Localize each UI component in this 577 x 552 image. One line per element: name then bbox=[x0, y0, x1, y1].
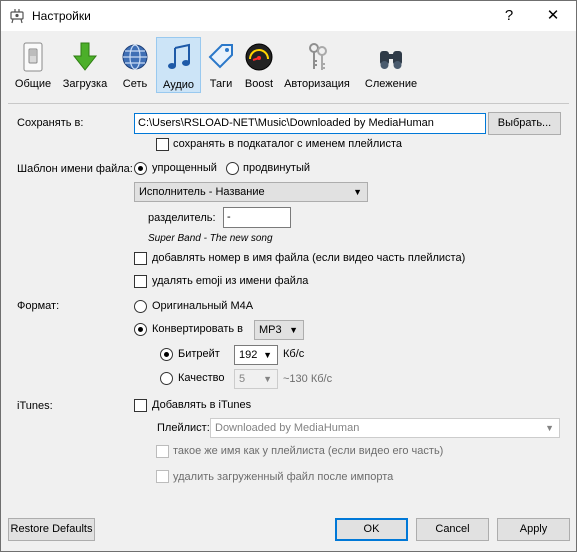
tab-label: Аудио bbox=[162, 79, 195, 91]
advanced-template-radio[interactable] bbox=[226, 162, 239, 175]
remove-emoji-checkbox[interactable] bbox=[134, 275, 147, 288]
bitrate-select[interactable]: 192 ▼ bbox=[234, 345, 278, 365]
delete-after-import-label: удалить загруженный файл после импорта bbox=[173, 471, 394, 483]
quality-select[interactable]: 5 ▼ bbox=[234, 369, 278, 389]
chevron-down-icon: ▼ bbox=[289, 325, 298, 335]
tab-label: Общие bbox=[14, 78, 52, 90]
tab-label: Загрузка bbox=[62, 78, 108, 90]
tab-label: Сеть bbox=[122, 78, 148, 90]
settings-app-icon bbox=[9, 8, 25, 27]
quality-label: Качество bbox=[178, 372, 225, 384]
bitrate-unit: Кб/с bbox=[283, 348, 305, 360]
settings-toolbar: Общие Загрузка Сеть Аудио Таги Boost Авт… bbox=[1, 31, 576, 95]
advanced-template-label: продвинутый bbox=[243, 162, 311, 174]
simple-template-radio[interactable] bbox=[134, 162, 147, 175]
chevron-down-icon: ▼ bbox=[263, 374, 272, 384]
ok-button[interactable]: OK bbox=[335, 518, 408, 541]
template-pattern-select[interactable]: Исполнитель - Название ▼ bbox=[134, 182, 368, 202]
convert-format-select[interactable]: MP3 ▼ bbox=[254, 320, 304, 340]
globe-icon bbox=[122, 44, 148, 70]
tab-network[interactable]: Сеть bbox=[115, 37, 155, 93]
tab-tags[interactable]: Таги bbox=[204, 37, 238, 93]
restore-defaults-button[interactable]: Restore Defaults bbox=[8, 518, 95, 541]
tab-general[interactable]: Общие bbox=[10, 37, 56, 93]
convert-format-label: Конвертировать в bbox=[152, 323, 243, 335]
add-to-itunes-checkbox[interactable] bbox=[134, 399, 147, 412]
template-pattern-value: Исполнитель - Название bbox=[139, 186, 265, 198]
tab-label: Слежение bbox=[364, 78, 418, 90]
help-button[interactable]: ? bbox=[499, 6, 519, 26]
separator-label: разделитель: bbox=[148, 212, 216, 224]
tag-icon bbox=[208, 44, 233, 69]
cancel-button[interactable]: Cancel bbox=[416, 518, 489, 541]
same-name-label: такое же имя как у плейлиста (если видео… bbox=[173, 445, 444, 457]
same-name-checkbox[interactable] bbox=[156, 445, 169, 458]
binoculars-icon bbox=[380, 51, 402, 69]
browse-button[interactable]: Выбрать... bbox=[488, 112, 561, 135]
save-to-label: Сохранять в: bbox=[17, 117, 84, 129]
save-path-input[interactable]: C:\Users\RSLOAD-NET\Music\Downloaded by … bbox=[134, 113, 486, 134]
remove-emoji-label: удалять emoji из имени файла bbox=[152, 275, 309, 287]
playlist-value: Downloaded by MediaHuman bbox=[215, 422, 360, 434]
music-note-icon bbox=[167, 43, 190, 69]
window-title: Настройки bbox=[32, 9, 91, 23]
add-to-itunes-label: Добавлять в iTunes bbox=[152, 399, 252, 411]
chevron-down-icon: ▼ bbox=[263, 350, 272, 360]
close-button[interactable]: ✕ bbox=[543, 6, 563, 26]
tab-label: Boost bbox=[244, 78, 274, 90]
subfolder-label: сохранять в подкаталог с именем плейлист… bbox=[173, 138, 402, 150]
settings-window: Настройки ? ✕ Общие Загрузка Сеть Аудио … bbox=[0, 0, 577, 552]
title-bar: Настройки ? ✕ bbox=[1, 1, 576, 31]
apply-button[interactable]: Apply bbox=[497, 518, 570, 541]
add-number-label: добавлять номер в имя файла (если видео … bbox=[152, 252, 466, 264]
template-example: Super Band - The new song bbox=[148, 233, 273, 244]
convert-format-radio[interactable] bbox=[134, 323, 147, 336]
convert-format-value: MP3 bbox=[259, 324, 282, 336]
quality-value: 5 bbox=[239, 373, 246, 385]
tab-monitoring[interactable]: Слежение bbox=[360, 37, 422, 93]
switch-icon bbox=[23, 42, 43, 72]
tab-download[interactable]: Загрузка bbox=[59, 37, 111, 93]
simple-template-label: упрощенный bbox=[152, 162, 217, 174]
tab-authorization[interactable]: Авторизация bbox=[281, 37, 353, 93]
playlist-select[interactable]: Downloaded by MediaHuman ▼ bbox=[210, 418, 560, 438]
chevron-down-icon: ▼ bbox=[353, 187, 362, 197]
keys-icon bbox=[309, 43, 327, 70]
separator-input[interactable]: - bbox=[223, 207, 291, 228]
tab-audio[interactable]: Аудио bbox=[156, 37, 201, 93]
chevron-down-icon: ▼ bbox=[545, 423, 554, 433]
quality-radio[interactable] bbox=[160, 372, 173, 385]
itunes-label: iTunes: bbox=[17, 400, 53, 412]
format-label: Формат: bbox=[17, 300, 60, 312]
bitrate-label: Битрейт bbox=[178, 348, 220, 360]
filename-template-label: Шаблон имени файла: bbox=[17, 163, 133, 175]
add-number-checkbox[interactable] bbox=[134, 252, 147, 265]
delete-after-import-checkbox[interactable] bbox=[156, 470, 169, 483]
subfolder-checkbox[interactable] bbox=[156, 138, 169, 151]
bitrate-value: 192 bbox=[239, 349, 258, 361]
toolbar-divider bbox=[8, 103, 569, 104]
speedometer-icon bbox=[245, 43, 273, 71]
original-format-radio[interactable] bbox=[134, 300, 147, 313]
tab-boost[interactable]: Boost bbox=[241, 37, 277, 93]
original-format-label: Оригинальный M4A bbox=[152, 300, 254, 312]
tab-label: Таги bbox=[209, 78, 233, 90]
tab-label: Авторизация bbox=[284, 78, 350, 90]
quality-hint: ~130 Кб/с bbox=[283, 373, 333, 385]
playlist-label: Плейлист: bbox=[157, 422, 210, 434]
bitrate-radio[interactable] bbox=[160, 348, 173, 361]
download-arrow-icon bbox=[72, 42, 98, 71]
